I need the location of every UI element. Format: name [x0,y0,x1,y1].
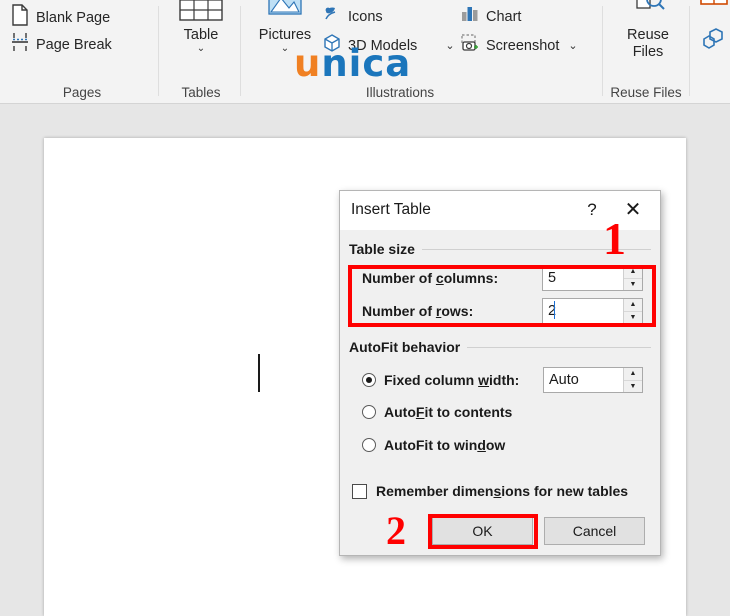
screenshot-icon [460,33,480,58]
screenshot-label: Screenshot [486,37,560,54]
table-grid-icon [179,0,223,27]
width-spin-buttons[interactable]: ▲ ▼ [623,368,642,392]
word-insert-table-screen: Blank Page Page Break Table ⌄ Pictures ⌄… [0,0,730,616]
chart-icon [460,4,480,29]
partial-ribbon-icon-top[interactable] [700,0,730,15]
chart-button[interactable]: Chart [460,4,521,29]
3d-models-button[interactable]: 3D Models ⌄ [322,33,455,58]
chevron-down-icon[interactable]: ⌄ [445,39,454,52]
table-label: Table [183,27,219,43]
radio-autofit-to-contents[interactable]: AutoFit to contents [362,404,512,420]
remember-dimensions-checkbox-row[interactable]: Remember dimensions for new tables [352,483,628,499]
dialog-title: Insert Table [351,201,431,218]
rows-spin-buttons[interactable]: ▲ ▼ [623,299,642,323]
icons-label: Icons [348,8,383,25]
rows-spin-up[interactable]: ▲ [624,299,642,312]
radio-autofit-to-contents-label: AutoFit to contents [384,404,513,420]
icons-button[interactable]: Icons [322,4,383,29]
radio-autofit-to-window[interactable]: AutoFit to window [362,437,505,453]
chevron-down-icon[interactable]: ⌄ [197,44,205,54]
icons-icon [322,4,342,29]
number-of-rows-value[interactable]: 2 [543,299,623,323]
number-of-columns-value[interactable]: 5 [543,266,623,290]
table-size-legend: Table size [349,241,422,257]
ribbon-body: Blank Page Page Break Table ⌄ Pictures ⌄… [0,0,730,96]
autofit-legend: AutoFit behavior [349,339,468,355]
radio-autofit-to-window-label: AutoFit to window [384,437,506,453]
ok-button[interactable]: OK [432,517,533,545]
remember-dimensions-label: Remember dimensions for new tables [376,483,629,499]
width-spin-down[interactable]: ▼ [624,380,642,392]
reuse-files-button[interactable]: Reuse Files [612,0,684,61]
partial-ribbon-icon-shape[interactable] [702,26,730,59]
radio-autofit-to-contents-indicator[interactable] [362,405,376,419]
columns-spin-buttons[interactable]: ▲ ▼ [623,266,642,290]
width-spin-up[interactable]: ▲ [624,368,642,381]
reuse-files-icon [628,0,668,27]
close-icon[interactable]: ✕ [620,197,646,223]
pictures-button[interactable]: Pictures ⌄ [250,0,320,54]
blank-page-button[interactable]: Blank Page [10,4,110,31]
remember-dimensions-checkbox[interactable] [352,483,367,499]
radio-fixed-column-width-label: Fixed column width: [384,372,520,388]
group-label-tables: Tables [181,85,221,100]
number-of-rows-spinner[interactable]: 2 ▲ ▼ [542,298,643,324]
cancel-button[interactable]: Cancel [544,517,645,545]
columns-spin-up[interactable]: ▲ [624,266,642,279]
number-of-columns-label: Number of columns: [362,270,499,286]
ribbon: Blank Page Page Break Table ⌄ Pictures ⌄… [0,0,730,104]
table-button[interactable]: Table ⌄ [168,0,234,54]
screenshot-button[interactable]: Screenshot ⌄ [460,33,578,58]
reuse-files-line1: Reuse [627,27,669,43]
dialog-title-bar: Insert Table ? ✕ [340,191,660,230]
chevron-down-icon[interactable]: ⌄ [568,39,577,52]
group-label-reuse-files: Reuse Files [610,85,682,100]
fixed-column-width-spinner[interactable]: Auto ▲ ▼ [543,367,643,393]
chart-label: Chart [486,8,522,25]
chevron-down-icon[interactable]: ⌄ [281,44,289,54]
ribbon-group-labels: Pages Tables Illustrations Reuse Files [0,81,730,103]
number-of-columns-spinner[interactable]: 5 ▲ ▼ [542,265,643,291]
group-label-pages: Pages [62,85,102,100]
page-break-icon [10,31,30,58]
pictures-icon [265,0,305,27]
pictures-label: Pictures [258,27,312,43]
group-label-illustrations: Illustrations [365,85,435,100]
page-break-label: Page Break [36,36,112,53]
radio-fixed-column-width[interactable]: Fixed column width: [362,372,519,388]
3d-models-label: 3D Models [348,37,418,54]
columns-spin-down[interactable]: ▼ [624,278,642,290]
radio-autofit-to-window-indicator[interactable] [362,438,376,452]
page-break-button[interactable]: Page Break [10,31,112,58]
fixed-column-width-value[interactable]: Auto [544,368,623,392]
cube-3d-icon [322,33,342,58]
insert-table-dialog: Insert Table ? ✕ Table size Number of co… [339,190,661,556]
text-cursor [258,354,260,392]
radio-fixed-column-width-indicator[interactable] [362,373,376,387]
rows-text-cursor [554,301,555,319]
number-of-rows-label: Number of rows: [362,303,474,319]
help-icon[interactable]: ? [581,199,603,221]
blank-page-icon [10,4,30,31]
reuse-files-line2: Files [632,44,664,60]
blank-page-label: Blank Page [36,9,111,26]
rows-spin-down[interactable]: ▼ [624,311,642,323]
